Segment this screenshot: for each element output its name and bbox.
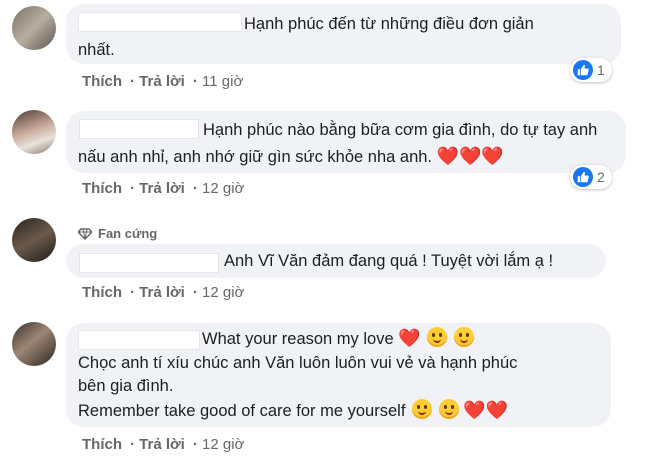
heart-emoji: ❤️❤️ — [463, 400, 509, 420]
author-name-redacted[interactable] — [78, 330, 200, 350]
avatar[interactable] — [12, 218, 56, 262]
comment-actions: Thích · Trả lời · 12 giờ — [82, 284, 245, 301]
reply-link[interactable]: Trả lời — [139, 73, 185, 90]
comment-bubble: What your reason my love ❤️ Chọc anh tí … — [66, 323, 611, 427]
timestamp[interactable]: 12 giờ — [202, 284, 244, 301]
fan-badge: Fan cứng — [78, 226, 157, 241]
avatar[interactable] — [12, 6, 56, 50]
comment-text: nhất. — [78, 41, 115, 59]
reply-link[interactable]: Trả lời — [139, 180, 185, 197]
reaction-summary[interactable]: 2 — [570, 165, 612, 189]
badge-label: Fan cứng — [98, 226, 158, 241]
comment-text: nấu anh nhỉ, anh nhớ giữ gìn sức khỏe nh… — [78, 148, 433, 166]
kiss-emoji — [412, 399, 432, 419]
comment-bubble: Hạnh phúc đến từ những điều đơn giản nhấ… — [66, 4, 621, 64]
reply-link[interactable]: Trả lời — [139, 284, 185, 301]
like-link[interactable]: Thích — [82, 180, 122, 197]
comment-text: Anh Vĩ Văn đảm đang quá ! Tuyệt vời lắm … — [224, 252, 554, 270]
author-name-redacted[interactable] — [79, 119, 199, 139]
comment-text: bên gia đình. — [78, 377, 174, 395]
reply-link[interactable]: Trả lời — [139, 436, 185, 453]
reaction-count: 2 — [597, 169, 605, 185]
comment-text: Remember take good of care for me yourse… — [78, 402, 406, 420]
timestamp[interactable]: 12 giờ — [202, 436, 244, 453]
author-name-redacted[interactable] — [79, 253, 219, 273]
like-link[interactable]: Thích — [82, 436, 122, 453]
like-link[interactable]: Thích — [82, 284, 122, 301]
thumbs-up-icon — [573, 60, 593, 80]
kiss-emoji — [438, 399, 459, 419]
diamond-icon — [78, 227, 92, 240]
laugh-emoji — [453, 327, 474, 347]
comment-text-line: nấu anh nhỉ, anh nhớ giữ gìn sức khỏe nh… — [78, 145, 504, 169]
reaction-summary[interactable]: 1 — [570, 58, 612, 82]
comment-text: Hạnh phúc đến từ những điều đơn giản — [244, 15, 534, 33]
like-link[interactable]: Thích — [82, 73, 122, 90]
comment-text: What your reason my love — [202, 330, 394, 348]
thumbs-up-icon — [573, 167, 593, 187]
comment-text-line: What your reason my love ❤️ — [202, 327, 474, 351]
heart-emoji: ❤️❤️❤️ — [436, 146, 504, 166]
avatar[interactable] — [12, 322, 56, 366]
heart-emoji: ❤️ — [398, 328, 421, 348]
comment-actions: Thích · Trả lời · 12 giờ — [82, 436, 245, 453]
comment-bubble: Anh Vĩ Văn đảm đang quá ! Tuyệt vời lắm … — [66, 244, 606, 278]
comment-actions: Thích · Trả lời · 11 giờ — [82, 73, 244, 90]
comment-text-line: Remember take good of care for me yourse… — [78, 399, 508, 423]
avatar[interactable] — [12, 110, 56, 154]
author-name-redacted[interactable] — [78, 12, 242, 32]
kiss-emoji — [427, 327, 448, 347]
comment-bubble: Hạnh phúc nào bằng bữa cơm gia đình, do … — [66, 111, 626, 173]
comment-actions: Thích · Trả lời · 12 giờ — [82, 180, 245, 197]
comment-text: Chọc anh tí xíu chúc anh Văn luôn luôn v… — [78, 354, 518, 372]
timestamp[interactable]: 12 giờ — [202, 180, 244, 197]
reaction-count: 1 — [597, 62, 605, 78]
timestamp[interactable]: 11 giờ — [202, 73, 243, 90]
comment-text: Hạnh phúc nào bằng bữa cơm gia đình, do … — [203, 121, 598, 139]
